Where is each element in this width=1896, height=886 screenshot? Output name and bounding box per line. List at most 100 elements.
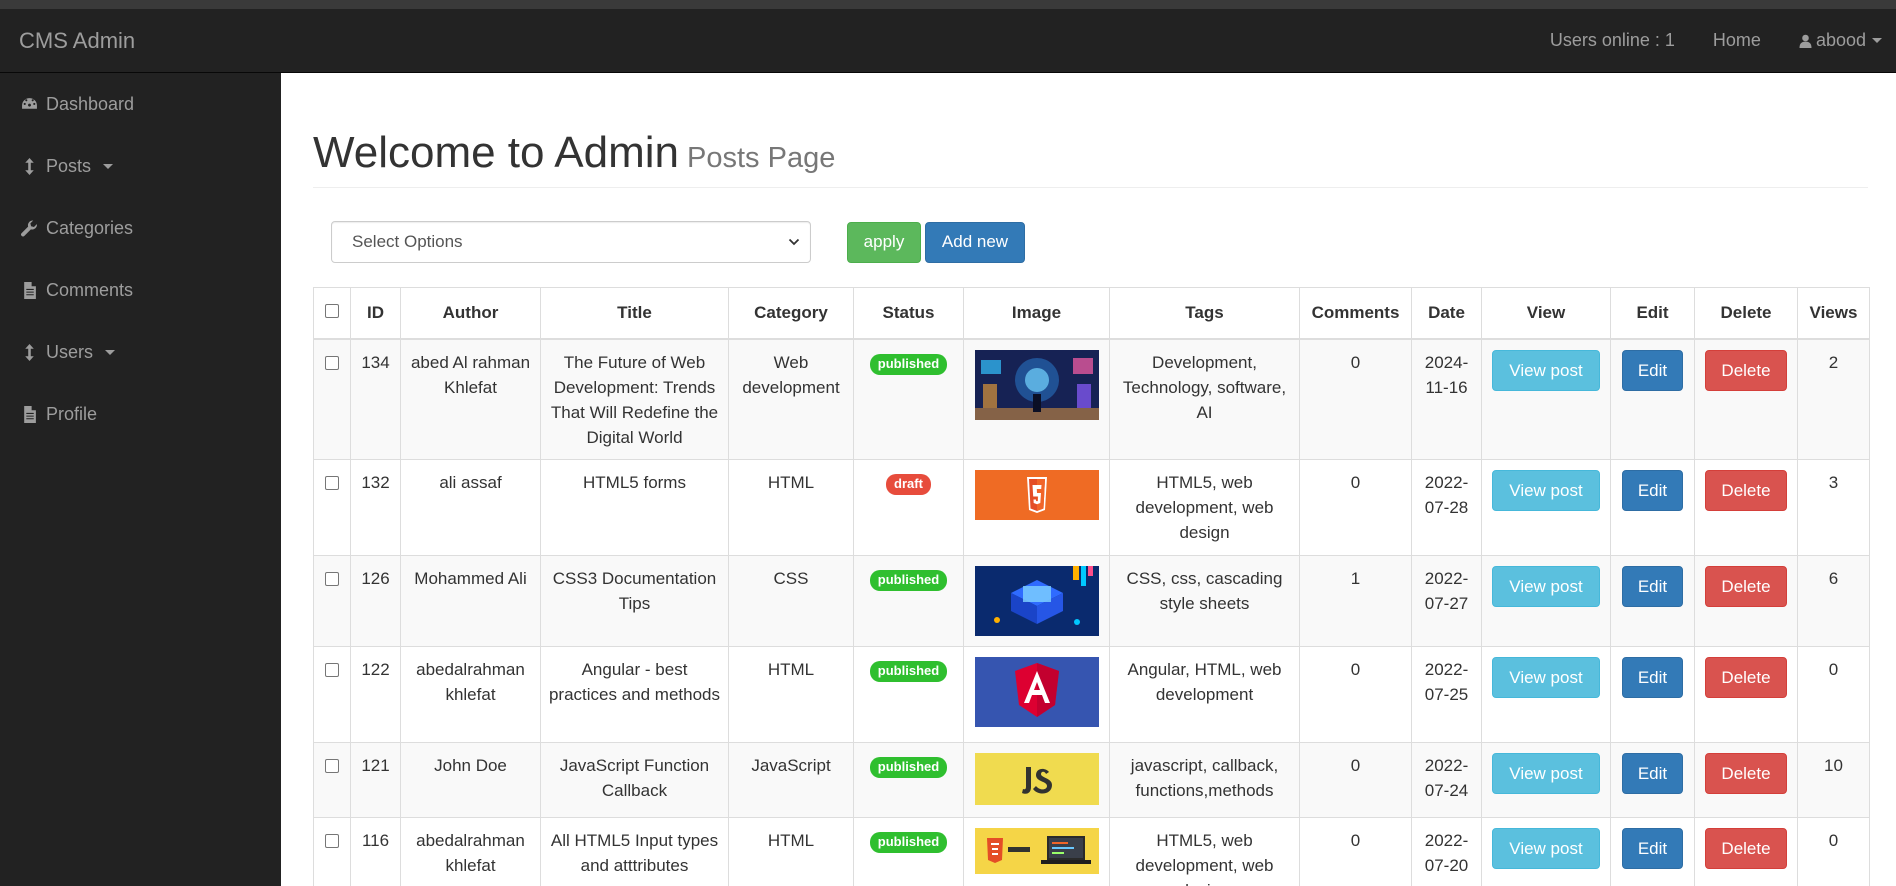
cell-comments: 0 xyxy=(1299,742,1412,818)
column-header: View xyxy=(1481,287,1611,340)
edit-button[interactable]: Edit xyxy=(1622,828,1683,869)
cell-views[interactable]: 10 xyxy=(1797,742,1870,818)
cell-views[interactable]: 6 xyxy=(1797,555,1870,647)
cell-views[interactable]: 3 xyxy=(1797,459,1870,556)
arrows-v-icon xyxy=(25,343,34,361)
sidebar-item-comments[interactable]: Comments xyxy=(0,259,281,321)
cell-date: 2022-07-27 xyxy=(1411,555,1482,647)
sidebar-item-label: Dashboard xyxy=(46,93,135,114)
home-link[interactable]: Home xyxy=(1713,30,1761,51)
cell-author: abedalrahman khlefat xyxy=(400,817,541,886)
select-all-checkbox[interactable] xyxy=(325,304,339,319)
cell-tags: javascript, callback, functions,methods xyxy=(1109,742,1300,818)
row-checkbox[interactable] xyxy=(325,759,339,773)
cell-views[interactable]: 0 xyxy=(1797,817,1870,886)
column-header: ID xyxy=(350,287,401,340)
select-all-cell xyxy=(313,287,351,340)
cell-author: John Doe xyxy=(400,742,541,818)
table-header-row: ID Author Title Category Status Image Ta… xyxy=(313,287,1870,340)
cell-title: HTML5 forms xyxy=(540,459,729,556)
sidebar-item-posts[interactable]: Posts xyxy=(0,135,281,197)
wrench-icon xyxy=(21,220,37,236)
delete-button[interactable]: Delete xyxy=(1705,828,1787,869)
column-header: Delete xyxy=(1694,287,1798,340)
cell-tags: HTML5, web development, web design xyxy=(1109,817,1300,886)
cell-title: JavaScript Function Callback xyxy=(540,742,729,818)
sidebar-item-profile[interactable]: Profile xyxy=(0,383,281,445)
arrows-v-icon xyxy=(25,157,34,175)
cell-date: 2022-07-20 xyxy=(1411,817,1482,886)
add-new-button[interactable]: Add new xyxy=(925,221,1025,263)
column-header: Title xyxy=(540,287,729,340)
sidebar: Dashboard Posts Categories Comments User… xyxy=(0,73,281,886)
row-checkbox[interactable] xyxy=(325,572,339,586)
delete-button[interactable]: Delete xyxy=(1705,753,1787,794)
post-image xyxy=(974,349,1099,420)
cell-date: 2022-07-28 xyxy=(1411,459,1482,556)
view-post-button[interactable]: View post xyxy=(1492,657,1600,698)
edit-button[interactable]: Edit xyxy=(1622,657,1683,698)
row-checkbox[interactable] xyxy=(325,355,339,370)
delete-button[interactable]: Delete xyxy=(1705,470,1787,511)
chevron-down-icon xyxy=(103,163,114,169)
users-online-indicator: Users online : 1 xyxy=(1549,30,1675,50)
file-icon xyxy=(24,405,36,423)
cell-id: 134 xyxy=(350,338,401,460)
cell-views[interactable]: 2 xyxy=(1797,338,1870,460)
table-row: 126 Mohammed Ali CSS3 Documentation Tips… xyxy=(313,555,1870,647)
view-post-button[interactable]: View post xyxy=(1492,566,1600,607)
apply-button[interactable]: apply xyxy=(847,221,921,263)
bulk-options-select[interactable]: Select Options xyxy=(331,221,811,263)
edit-button[interactable]: Edit xyxy=(1622,349,1683,391)
view-post-button[interactable]: View post xyxy=(1492,753,1600,794)
cell-date: 2022-07-24 xyxy=(1411,742,1482,818)
cell-tags: Angular, HTML, web development xyxy=(1109,646,1300,743)
status-badge: published xyxy=(869,353,948,375)
cell-tags: HTML5, web development, web design xyxy=(1109,459,1300,556)
chevron-down-icon xyxy=(1872,38,1882,43)
sidebar-item-dashboard[interactable]: Dashboard xyxy=(0,73,281,135)
delete-button[interactable]: Delete xyxy=(1705,657,1787,698)
user-menu-toggle[interactable]: abood xyxy=(1799,30,1882,51)
delete-button[interactable]: Delete xyxy=(1705,566,1787,607)
cell-title: CSS3 Documentation Tips xyxy=(540,555,729,647)
sidebar-item-label: Comments xyxy=(46,279,134,300)
view-post-button[interactable]: View post xyxy=(1492,470,1600,511)
post-image xyxy=(974,566,1099,636)
view-post-button[interactable]: View post xyxy=(1492,828,1600,869)
cell-category: HTML xyxy=(728,646,854,743)
cell-category: JavaScript xyxy=(728,742,854,818)
status-badge: published xyxy=(869,757,948,778)
page-title: Welcome to Admin xyxy=(313,128,680,177)
post-image xyxy=(974,753,1099,805)
edit-button[interactable]: Edit xyxy=(1622,566,1683,607)
cell-title: All HTML5 Input types and atttributes xyxy=(540,817,729,886)
navbar-right: Users online : 1 Home abood xyxy=(1512,9,1882,72)
main-content: Welcome to Admin Posts Page Select Option… xyxy=(281,73,1896,886)
table-row: 121 John Doe JavaScript Function Callbac… xyxy=(313,742,1870,818)
view-post-button[interactable]: View post xyxy=(1492,349,1600,391)
cell-id: 132 xyxy=(350,459,401,556)
sidebar-item-categories[interactable]: Categories xyxy=(0,197,281,259)
top-navbar: CMS Admin Users online : 1 Home abood xyxy=(0,9,1896,73)
edit-button[interactable]: Edit xyxy=(1622,753,1683,794)
cell-tags: CSS, css, cascading style sheets xyxy=(1109,555,1300,647)
user-name: abood xyxy=(1815,30,1866,50)
cell-id: 126 xyxy=(350,555,401,647)
row-checkbox[interactable] xyxy=(325,476,339,490)
sidebar-item-users[interactable]: Users xyxy=(0,321,281,383)
row-checkbox[interactable] xyxy=(325,834,339,848)
cell-category: HTML xyxy=(728,459,854,556)
column-header: Image xyxy=(963,287,1110,340)
sidebar-item-label: Users xyxy=(46,341,94,362)
cell-comments: 0 xyxy=(1299,459,1412,556)
brand-link[interactable]: CMS Admin xyxy=(19,9,135,72)
dashboard-icon xyxy=(22,97,37,109)
status-badge: published xyxy=(869,832,948,853)
cell-date: 2024-11-16 xyxy=(1411,338,1482,460)
row-checkbox[interactable] xyxy=(325,663,339,677)
cell-author: ali assaf xyxy=(400,459,541,556)
cell-views[interactable]: 0 xyxy=(1797,646,1870,743)
edit-button[interactable]: Edit xyxy=(1622,470,1683,511)
delete-button[interactable]: Delete xyxy=(1705,349,1787,391)
